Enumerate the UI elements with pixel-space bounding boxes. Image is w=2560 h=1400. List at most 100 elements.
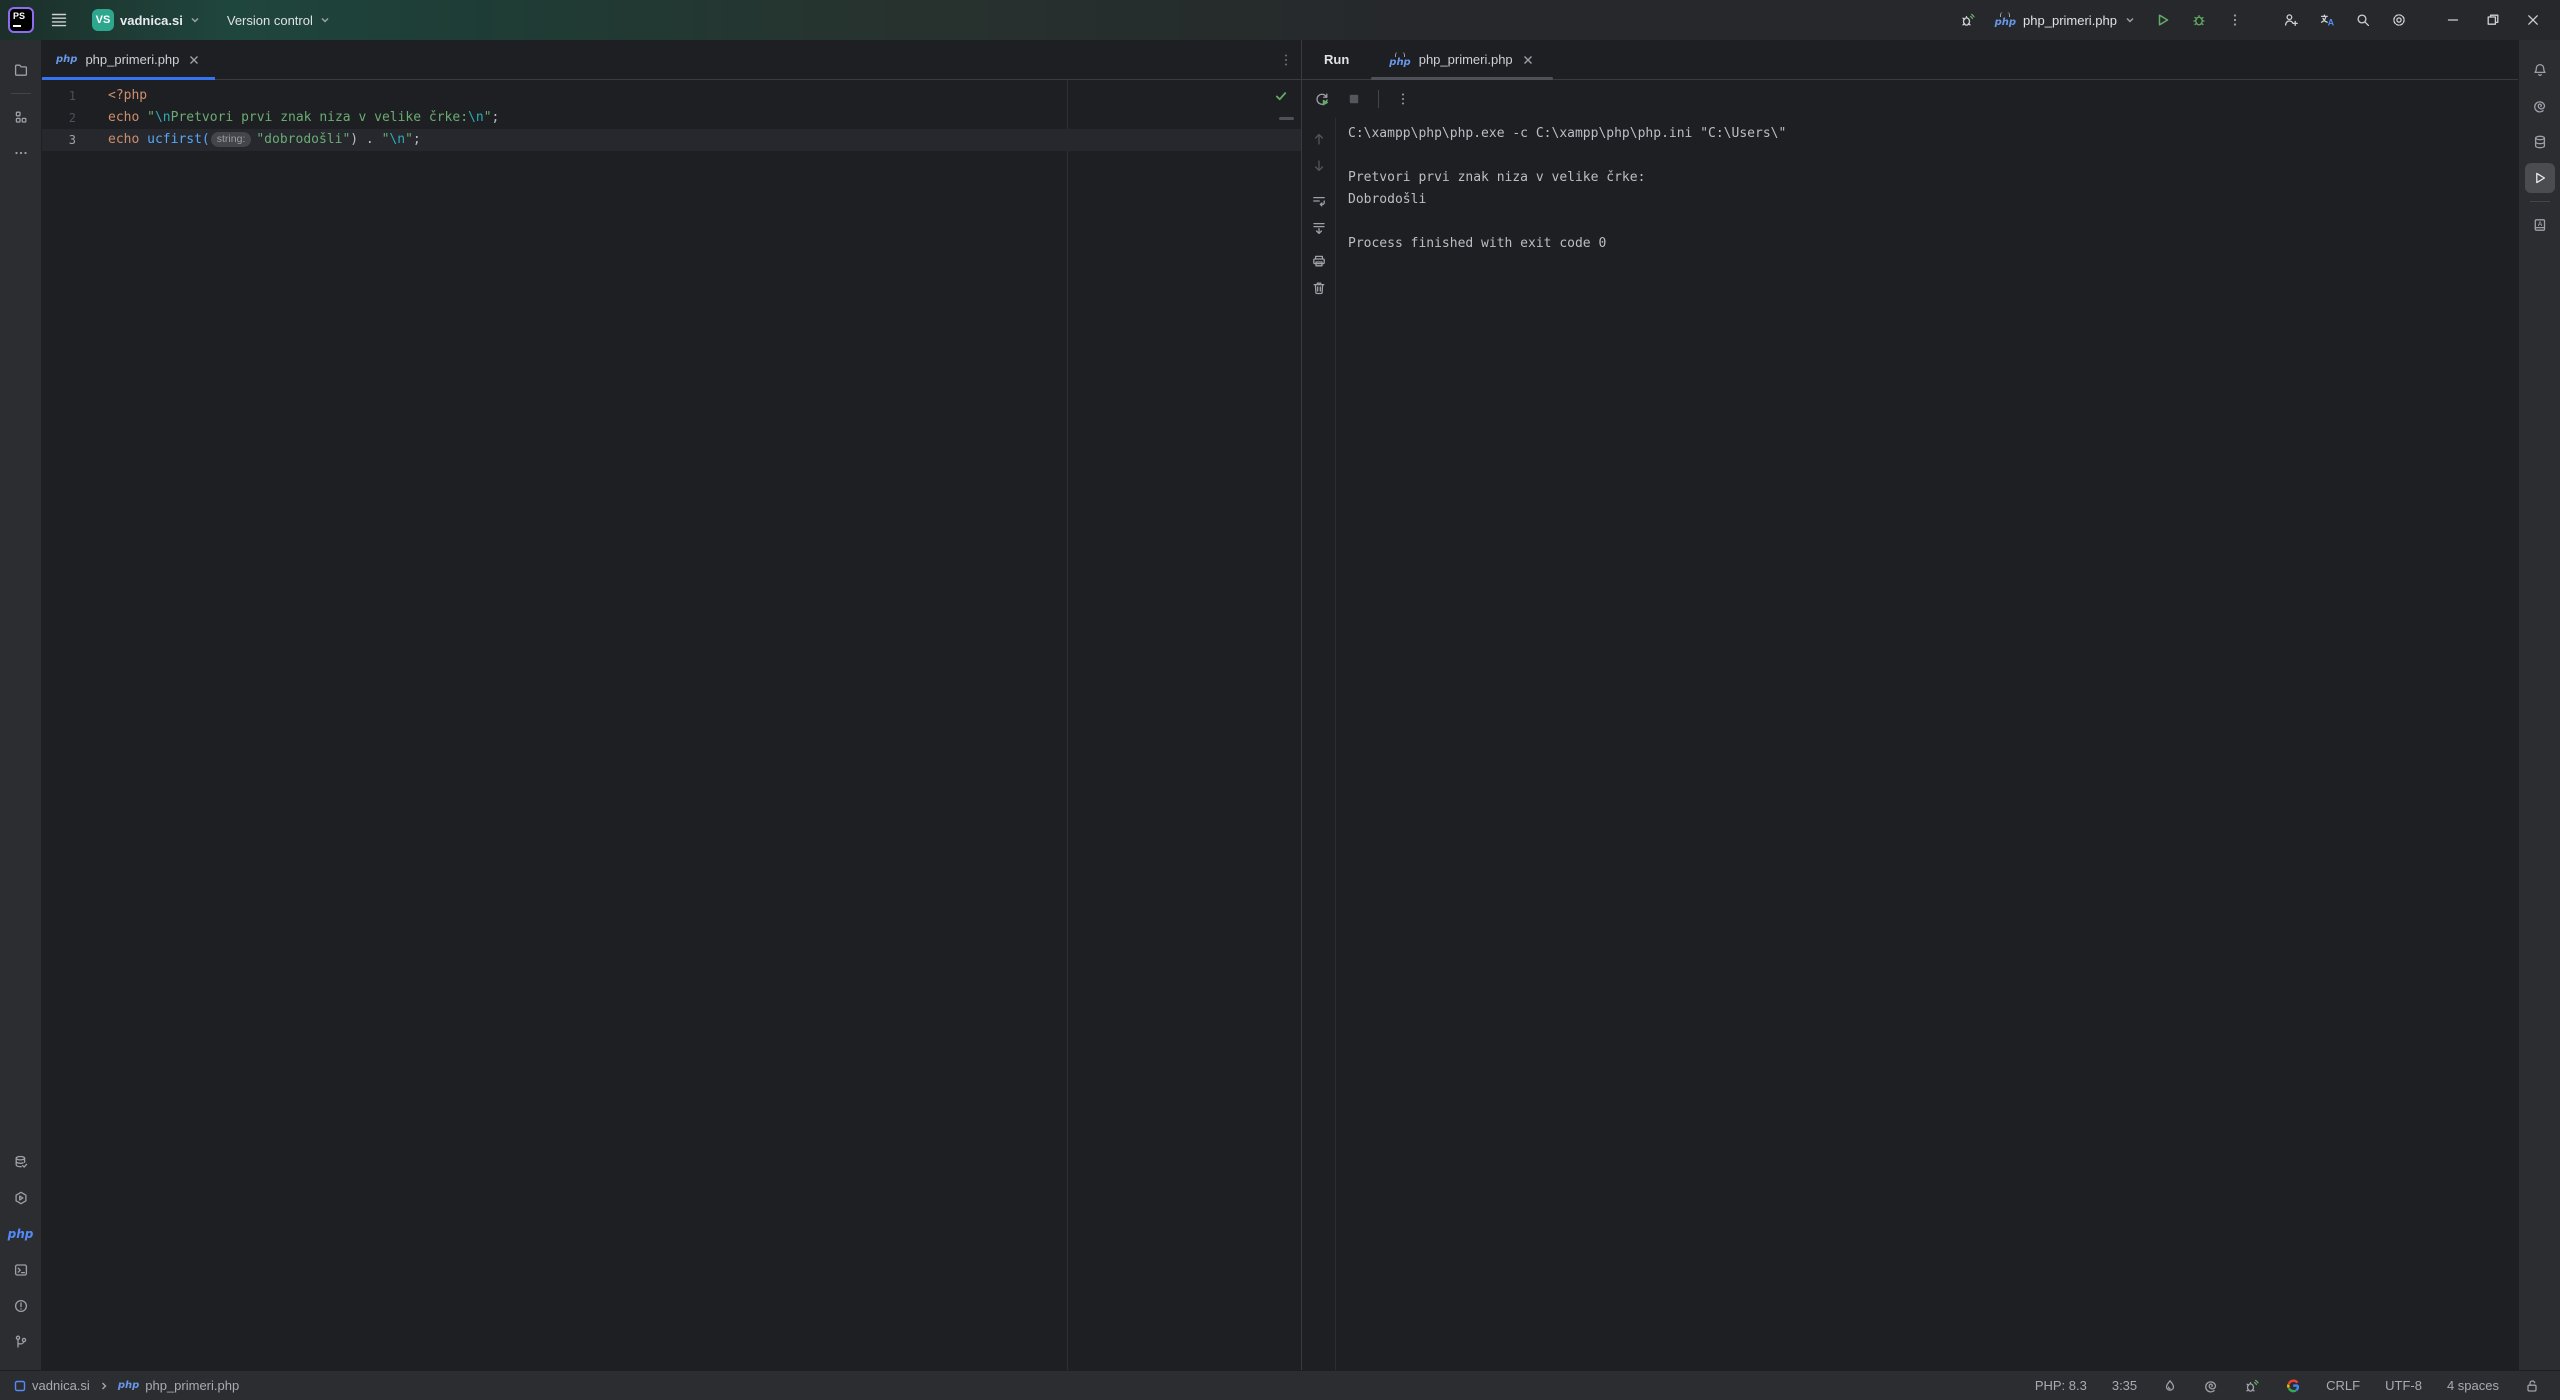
gear-icon [2393,14,2405,26]
run-toolbar [1302,80,2518,118]
scrollbar-mark [1279,117,1294,120]
code-line[interactable]: 3 echo ucfirst(string: "dobrodošli") . "\n… [42,129,1301,151]
drop-icon [2166,1379,2175,1391]
unlock-icon [2527,1379,2537,1392]
phpstorm-logo-icon[interactable]: PS [8,7,34,33]
user-plus-icon [2284,14,2298,27]
settings-button[interactable] [2384,5,2414,35]
database-icon [2534,135,2545,149]
problems-tool-window-button[interactable] [6,1291,36,1321]
run-tool-window-button[interactable] [2524,163,2555,193]
hamburger-icon [51,13,67,27]
terminal-tool-window-button[interactable] [6,1255,36,1285]
run-button[interactable] [2148,5,2178,35]
project-tool-window-button[interactable] [6,55,36,85]
php-run-config-icon: php [1994,17,2017,28]
print-button[interactable] [1306,248,1332,274]
chevron-down-icon [191,17,199,23]
arrow-down-icon [1314,160,1323,172]
git-tool-window-button[interactable] [6,1327,36,1357]
php-console-tool-window-button[interactable]: php [6,1219,36,1249]
editor-tab-bar: php php_primeri.php [42,40,1301,80]
console-toolbar [1302,118,1336,1370]
svg-text:A: A [2537,221,2542,228]
close-tab-icon[interactable] [1521,53,1535,67]
more-tool-windows-button[interactable] [6,138,36,168]
search-everywhere-button[interactable] [2348,5,2378,35]
status-bar: vadnica.si php php_primeri.php PHP: 8.3 … [0,1370,2560,1400]
scroll-to-end-icon [1312,222,1325,235]
editor-tab-options-button[interactable] [1271,45,1301,75]
run-more-options-button[interactable] [2220,5,2250,35]
down-stack-trace-button[interactable] [1306,153,1332,179]
translate-icon: A [2320,14,2335,28]
run-tab-php-primeri[interactable]: php php_primeri.php [1371,40,1554,80]
run-tool-window: Run php php_primeri.php C:\xampp\php\php… [1302,40,2518,1370]
scroll-to-end-button[interactable] [1306,215,1332,241]
services-tool-window-button[interactable] [6,1183,36,1213]
read-write-access-widget[interactable] [2518,1376,2546,1396]
ai-assistant-status-widget[interactable] [2197,1376,2225,1396]
notifications-button[interactable] [2525,55,2555,85]
restore-button[interactable] [2476,5,2510,35]
breadcrumb-project[interactable]: vadnica.si [14,1378,90,1393]
stop-button[interactable] [1340,85,1368,113]
code-line[interactable]: 1 <?php [42,85,1301,107]
line-separator-widget[interactable]: CRLF [2320,1376,2366,1395]
line-number[interactable]: 2 [42,107,76,129]
problems-icon [14,1299,27,1313]
right-tool-window-bar: A [2518,40,2560,1370]
line-number[interactable]: 1 [42,85,76,107]
console-more-options-button[interactable] [1389,85,1417,113]
xdebug-listen-button[interactable] [1953,5,1983,35]
stop-icon [1349,94,1359,104]
google-services-widget[interactable] [2279,1376,2307,1396]
search-icon [2357,14,2370,27]
close-window-button[interactable] [2516,5,2550,35]
bell-icon [2533,63,2546,77]
folder-icon [14,64,27,76]
rerun-button[interactable] [1308,85,1336,113]
soft-wrap-button[interactable] [1306,188,1332,214]
ai-assistant-button[interactable] [2525,91,2555,121]
project-widget[interactable]: VS vadnica.si [84,4,209,36]
xdebug-listen-status-widget[interactable] [2238,1376,2266,1396]
editor-tab-php-primeri[interactable]: php php_primeri.php [42,40,216,80]
minimize-button[interactable] [2436,5,2470,35]
git-branch-icon [15,1335,26,1348]
indent-widget[interactable]: 4 spaces [2441,1376,2505,1395]
php-version-widget[interactable]: PHP: 8.3 [2029,1376,2093,1395]
kebab-icon [1402,93,1404,105]
translate-button[interactable]: A [2312,5,2342,35]
code-with-me-button[interactable] [2276,5,2306,35]
rerun-icon [1316,93,1328,106]
database-tool-window-button-right[interactable] [2525,127,2555,157]
breadcrumb-file[interactable]: php php_primeri.php [118,1378,239,1393]
run-configuration-selector[interactable]: php php_primeri.php [1989,8,2142,32]
left-tool-window-bar: php [0,40,42,1370]
documentation-button[interactable]: A [2525,210,2555,240]
caret-position-widget[interactable]: 3:35 [2106,1376,2143,1395]
main-menu-button[interactable] [44,5,74,35]
grazie-widget[interactable] [2156,1376,2184,1396]
database-tool-window-button[interactable] [6,1147,36,1177]
encoding-widget[interactable]: UTF-8 [2379,1376,2428,1395]
clear-console-button[interactable] [1306,275,1332,301]
debug-button[interactable] [2184,5,2214,35]
code-text: <?php [108,88,148,103]
structure-tool-window-button[interactable] [6,102,36,132]
parameter-hint: string: [210,132,252,147]
book-icon: A [2534,219,2545,231]
inspections-widget[interactable] [1273,88,1289,104]
google-g-icon [2287,1379,2300,1392]
code-text: echo ucfirst(string: "dobrodošli") . "\n"… [108,132,421,147]
code-editor[interactable]: 1 <?php 2 echo "\nPretvori prvi znak niza v… [42,80,1301,1370]
code-line[interactable]: 2 echo "\nPretvori prvi znak niza v velik… [42,107,1301,129]
line-number[interactable]: 3 [42,129,76,151]
run-tool-window-title[interactable]: Run [1324,52,1349,67]
version-control-menu[interactable]: Version control [219,8,339,33]
up-stack-trace-button[interactable] [1306,126,1332,152]
close-tab-icon[interactable] [187,53,201,67]
restore-icon [2487,14,2499,25]
rail-divider [2529,201,2550,202]
